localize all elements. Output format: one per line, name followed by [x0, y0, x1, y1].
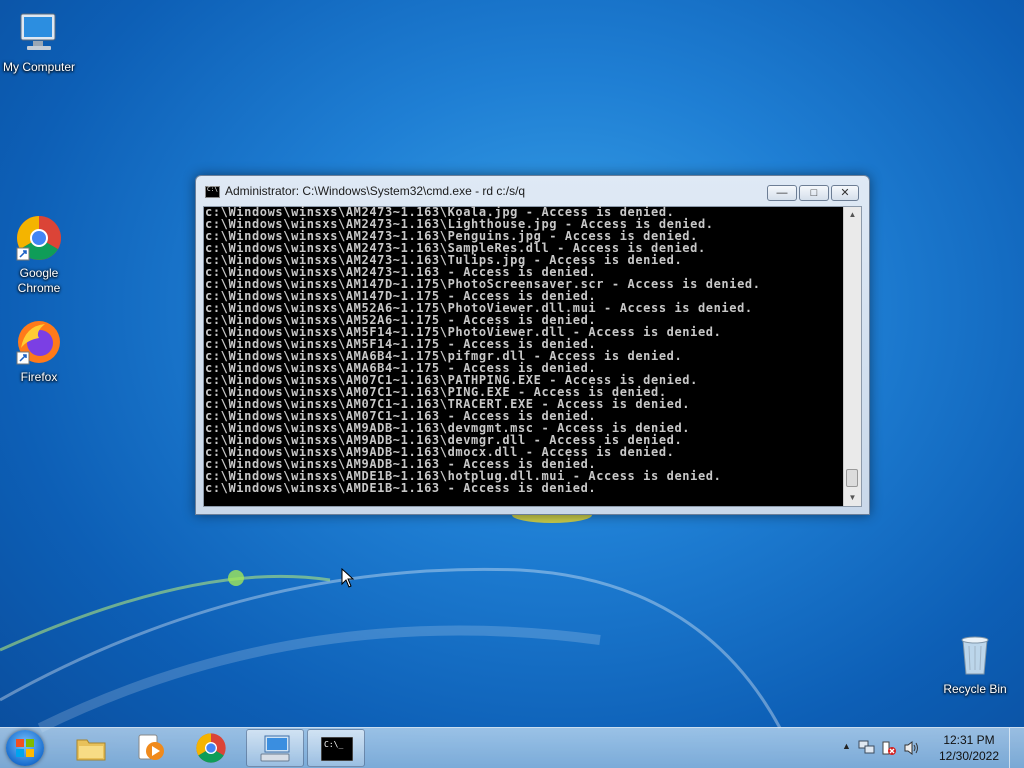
network-icon[interactable] — [858, 740, 876, 756]
minimize-button[interactable]: — — [767, 185, 797, 201]
window-titlebar[interactable]: Administrator: C:\Windows\System32\cmd.e… — [196, 176, 869, 206]
system-clock[interactable]: 12:31 PM 12/30/2022 — [934, 732, 1004, 764]
recycle-bin-icon — [951, 630, 999, 678]
maximize-icon: □ — [810, 187, 818, 199]
firefox-icon — [15, 318, 63, 366]
windows-logo-icon — [16, 739, 34, 757]
vertical-scrollbar[interactable]: ▲ ▼ — [843, 207, 861, 506]
clock-time: 12:31 PM — [943, 733, 995, 747]
mouse-cursor-icon — [341, 568, 355, 588]
cmd-window[interactable]: Administrator: C:\Windows\System32\cmd.e… — [195, 175, 870, 515]
desktop-icon-recycle-bin[interactable]: Recycle Bin — [935, 630, 1015, 697]
taskbar-item-chrome[interactable] — [182, 729, 240, 767]
system-tray: ▲ 12:31 PM 12/30/2022 — [834, 728, 1024, 768]
close-icon: ✕ — [840, 187, 850, 199]
cmd-icon: C:\_ — [321, 737, 353, 761]
maximize-button[interactable]: □ — [799, 185, 829, 201]
volume-icon[interactable] — [904, 740, 920, 756]
console-line: c:\Windows\winsxs\AMDE1B~1.163 - Access … — [205, 481, 597, 495]
computer-icon — [15, 8, 63, 56]
scroll-up-icon[interactable]: ▲ — [844, 207, 861, 223]
action-center-icon[interactable] — [881, 740, 897, 756]
desktop-icon-label: Google Chrome — [17, 266, 61, 295]
desktop-icon-firefox[interactable]: Firefox — [0, 318, 79, 385]
file-explorer-icon — [76, 739, 106, 761]
show-hidden-icons-icon[interactable]: ▲ — [842, 741, 851, 751]
control-panel-icon — [260, 735, 290, 762]
scroll-thumb[interactable] — [846, 469, 858, 487]
cmd-icon — [205, 186, 220, 198]
taskbar: C:\_ ▲ 12:31 PM 12/30/2022 — [0, 727, 1024, 768]
svg-text:C:\_: C:\_ — [324, 740, 343, 749]
close-button[interactable]: ✕ — [831, 185, 859, 201]
console-output[interactable]: c:\Windows\winsxs\AM2473~1.163\Koala.jpg… — [203, 206, 862, 507]
start-button[interactable] — [6, 730, 44, 766]
desktop-icon-label: My Computer — [2, 60, 76, 74]
taskbar-item-control-panel[interactable] — [246, 729, 304, 767]
chrome-icon — [15, 214, 63, 262]
taskbar-item-file-explorer[interactable] — [62, 729, 120, 767]
desktop-icon-my-computer[interactable]: My Computer — [0, 8, 79, 75]
minimize-icon: — — [776, 187, 788, 199]
clock-date: 12/30/2022 — [938, 749, 1000, 763]
desktop-icon-google-chrome[interactable]: Google Chrome — [0, 214, 79, 296]
window-title: Administrator: C:\Windows\System32\cmd.e… — [225, 184, 526, 198]
scroll-down-icon[interactable]: ▼ — [844, 490, 861, 506]
chrome-icon — [196, 733, 226, 763]
taskbar-item-media-player[interactable] — [122, 729, 180, 767]
desktop-icon-label: Recycle Bin — [943, 682, 1007, 696]
media-player-icon — [138, 734, 164, 760]
console-lines: c:\Windows\winsxs\AM2473~1.163\Koala.jpg… — [205, 206, 843, 506]
desktop-icon-label: Firefox — [20, 370, 58, 384]
show-desktop-button[interactable] — [1009, 728, 1024, 768]
taskbar-item-cmd[interactable]: C:\_ — [307, 729, 365, 767]
